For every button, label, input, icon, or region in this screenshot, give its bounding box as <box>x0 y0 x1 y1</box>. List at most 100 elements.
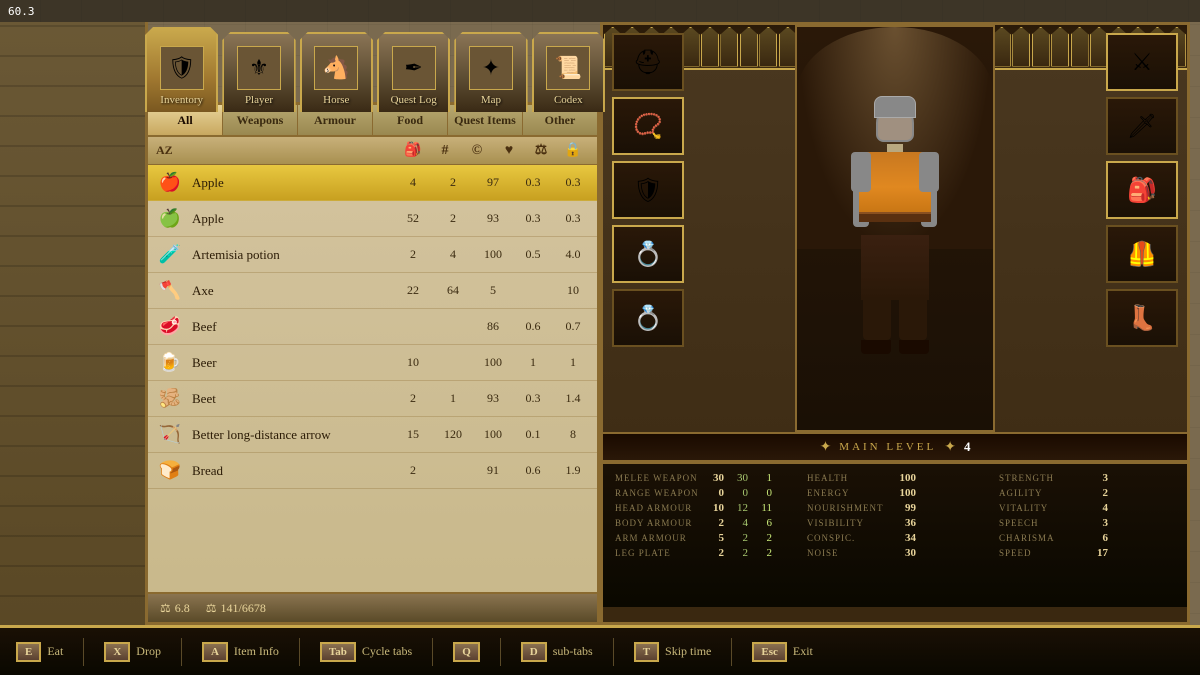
item-slots: 64 <box>437 283 469 298</box>
col-name-header[interactable]: AZ <box>156 143 397 158</box>
item-list[interactable]: 🍎 Apple 4 2 97 0.3 0.3 🍏 Apple 52 2 93 0… <box>148 165 597 592</box>
col-count-header[interactable]: # <box>429 143 461 159</box>
vital-stat-label: CONSPIC. <box>807 533 892 543</box>
list-item[interactable]: 🏹 Better long-distance arrow 15 120 100 … <box>148 417 597 453</box>
tab-inventory[interactable]: 🛡 Inventory <box>145 27 218 112</box>
slot-icon-chest: 🛡 <box>633 176 663 205</box>
slot-icon-weapon1: ⚔ <box>1131 48 1153 77</box>
key-badge-esc[interactable]: Esc <box>752 642 787 662</box>
gold-stat: ⚖ 141/6678 <box>206 601 266 616</box>
right-shoulder <box>919 152 939 192</box>
stat-v1: 0 <box>704 487 724 499</box>
level-star-right: ✦ <box>944 439 956 456</box>
tab-map[interactable]: ✦ Map <box>454 32 527 112</box>
stat-label: HEAD ARMOUR <box>615 503 700 513</box>
key-badge-x[interactable]: X <box>104 642 130 662</box>
attribute-row: VITALITY 4 <box>999 502 1175 514</box>
left-leg <box>863 300 891 340</box>
key-badge-e[interactable]: E <box>16 642 41 662</box>
attribute-val: 4 <box>1088 502 1108 514</box>
inventory-bottom-bar: ⚖ 6.8 ⚖ 141/6678 <box>148 592 597 622</box>
slot-icon-weapon2: 🗡 <box>1127 112 1157 141</box>
item-icon: 🏹 <box>156 421 184 449</box>
item-icon: 🍏 <box>156 205 184 233</box>
key-badge-a[interactable]: A <box>202 642 228 662</box>
item-slots: 2 <box>437 211 469 226</box>
key-badge-d[interactable]: D <box>521 642 547 662</box>
equip-slot-legs[interactable]: 🦺 <box>1106 225 1178 283</box>
right-leg <box>899 300 927 340</box>
knight-neck <box>887 144 903 152</box>
key-label-a: Item Info <box>234 644 279 659</box>
player-icon: ⚜ <box>237 46 281 90</box>
item-slots <box>437 355 469 370</box>
tab-inventory-label: Inventory <box>160 94 203 106</box>
stat-row: LEG PLATE 2 2 2 <box>615 547 791 559</box>
stat-v1: 30 <box>704 472 724 484</box>
key-badge-q[interactable]: Q <box>453 642 480 662</box>
equip-slot-weapon2[interactable]: 🗡 <box>1106 97 1178 155</box>
vital-stat-label: NOURISHMENT <box>807 503 892 513</box>
tab-horse[interactable]: 🐴 Horse <box>300 32 373 112</box>
stat-v3: 6 <box>752 517 772 529</box>
weight-icon: ⚖ <box>160 601 171 616</box>
stat-v2: 2 <box>728 547 748 559</box>
item-v1: 0.6 <box>517 463 549 478</box>
item-v1: 0.6 <box>517 319 549 334</box>
item-qty: 2 <box>397 463 429 478</box>
equip-slot-ring1[interactable]: 💍 <box>612 225 684 283</box>
column-headers: AZ 🎒 # © ♥ ⚖ 🔒 <box>148 137 597 165</box>
equip-slot-amulet[interactable]: 📿 <box>612 97 684 155</box>
list-item[interactable]: 🪓 Axe 22 64 5 10 <box>148 273 597 309</box>
key-badge-tab[interactable]: Tab <box>320 642 356 662</box>
item-v1: 1 <box>517 355 549 370</box>
tab-player[interactable]: ⚜ Player <box>222 32 295 112</box>
tab-questlog[interactable]: ✒ Quest Log <box>377 32 450 112</box>
key-label-t: Skip time <box>665 644 711 659</box>
list-item[interactable]: 🍎 Apple 4 2 97 0.3 0.3 <box>148 165 597 201</box>
action-e: E Eat <box>16 642 63 662</box>
character-center <box>693 25 1097 432</box>
item-v2: 1.4 <box>557 391 589 406</box>
tab-codex[interactable]: 📜 Codex <box>532 32 605 112</box>
list-item[interactable]: 🍺 Beer 10 100 1 1 <box>148 345 597 381</box>
item-qty: 52 <box>397 211 429 226</box>
equip-slot-helmet[interactable]: ⛑ <box>612 33 684 91</box>
list-item[interactable]: 🍏 Apple 52 2 93 0.3 0.3 <box>148 201 597 237</box>
equip-slot-ring2[interactable]: 💍 <box>612 289 684 347</box>
attribute-val: 3 <box>1088 517 1108 529</box>
fps-counter: 60.3 <box>8 5 35 18</box>
equip-slot-weapon1[interactable]: ⚔ <box>1106 33 1178 91</box>
equip-slot-boots[interactable]: 👢 <box>1106 289 1178 347</box>
item-qty <box>397 319 429 334</box>
equip-slot-chest[interactable]: 🛡 <box>612 161 684 219</box>
vital-stat-val: 34 <box>896 532 916 544</box>
key-badge-t[interactable]: T <box>634 642 659 662</box>
attribute-label: SPEECH <box>999 518 1084 528</box>
stat-label: BODY ARMOUR <box>615 518 700 528</box>
stat-row: HEAD ARMOUR 10 12 11 <box>615 502 791 514</box>
tab-codex-label: Codex <box>554 94 583 106</box>
list-item[interactable]: 🍞 Bread 2 91 0.6 1.9 <box>148 453 597 489</box>
slot-icon-belt: 🎒 <box>1127 176 1157 205</box>
stat-v1: 2 <box>704 547 724 559</box>
equip-column-right: ⚔ 🗡 🎒 🦺 👢 <box>1097 25 1187 432</box>
list-item[interactable]: 🫚 Beet 2 1 93 0.3 1.4 <box>148 381 597 417</box>
character-panel: ⛑ 📿 🛡 💍 💍 <box>600 22 1190 625</box>
action-x: X Drop <box>104 642 161 662</box>
item-v2: 1.9 <box>557 463 589 478</box>
list-item[interactable]: 🥩 Beef 86 0.6 0.7 <box>148 309 597 345</box>
action-divider <box>500 638 501 666</box>
attribute-row: SPEECH 3 <box>999 517 1175 529</box>
action-tab: Tab Cycle tabs <box>320 642 412 662</box>
item-qty: 2 <box>397 247 429 262</box>
vital-stat-label: NOISE <box>807 548 892 558</box>
attribute-val: 6 <box>1088 532 1108 544</box>
item-name: Axe <box>192 283 397 299</box>
list-item[interactable]: 🧪 Artemisia potion 2 4 100 0.5 4.0 <box>148 237 597 273</box>
equip-column-left: ⛑ 📿 🛡 💍 💍 <box>603 25 693 432</box>
equip-slot-belt[interactable]: 🎒 <box>1106 161 1178 219</box>
stat-v2: 0 <box>728 487 748 499</box>
stat-v3: 11 <box>752 502 772 514</box>
item-value: 100 <box>477 355 509 370</box>
